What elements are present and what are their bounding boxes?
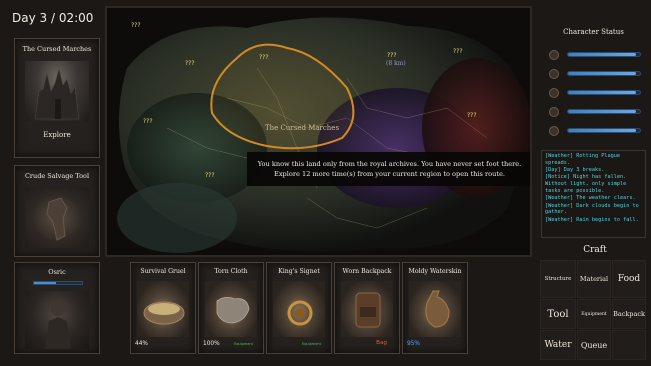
log-entry: [Day] Day 3 breaks.	[545, 167, 605, 174]
inventory-item[interactable]: Moldy Waterskin 95%	[402, 262, 468, 354]
thirst-bar	[567, 90, 641, 95]
log-entry: [Weather] Dark clouds begin to gather.	[545, 202, 639, 216]
sanity-icon	[549, 126, 559, 136]
cursed-marches-image	[25, 61, 89, 121]
location-card-title: The Cursed Marches	[22, 45, 92, 53]
health-bar	[567, 52, 641, 57]
item-name: Moldy Waterskin	[408, 268, 462, 275]
stat-row-thirst	[549, 88, 641, 98]
map-tooltip: You know this land only from the royal a…	[247, 152, 530, 186]
current-region-label[interactable]: The Cursed Marches	[265, 124, 339, 132]
sanity-bar	[567, 128, 641, 133]
stomach-icon	[549, 69, 559, 79]
craft-tab-water[interactable]: Water	[540, 330, 576, 360]
craft-title: Craft	[583, 245, 607, 255]
character-status-title: Character Status	[563, 28, 624, 36]
waterskin-icon	[409, 281, 461, 337]
craft-tab-food[interactable]: Food	[612, 260, 646, 298]
stat-row-health	[549, 50, 641, 60]
item-name: King's Signet	[278, 268, 320, 275]
signet-ring-icon	[273, 281, 325, 337]
tool-card[interactable]: Crude Salvage Tool	[14, 165, 100, 257]
tooltip-line-2: Explore 12 more time(s) from your curren…	[274, 170, 505, 178]
item-name: Torn Cloth	[214, 268, 248, 275]
known-region-label[interactable]: (8 km)	[386, 60, 406, 67]
craft-tab-queue[interactable]: Queue	[577, 330, 611, 360]
unexplored-region-marker[interactable]: ???	[387, 52, 397, 59]
log-entry: [Notice] Night has fallen. Without light…	[545, 174, 627, 194]
item-durability: 95%	[407, 341, 420, 347]
craft-tab-structure[interactable]: Structure	[540, 260, 576, 298]
event-log[interactable]: [Weather] Rotting Plague spreads. [Day] …	[541, 150, 646, 238]
item-tag: Equipment	[302, 342, 321, 346]
gruel-bowl-icon	[137, 281, 189, 337]
backpack-icon	[341, 281, 393, 337]
item-name: Survival Gruel	[140, 268, 186, 275]
tooltip-line-1: You know this land only from the royal a…	[257, 160, 522, 168]
unexplored-region-marker[interactable]: ???	[185, 60, 195, 67]
craft-tab-backpack[interactable]: Backpack	[612, 299, 646, 329]
torn-cloth-icon	[205, 281, 257, 337]
day-time-display: Day 3 / 02:00	[12, 11, 94, 25]
item-name: Worn Backpack	[342, 268, 392, 275]
inventory-item[interactable]: Survival Gruel 44%	[130, 262, 196, 354]
world-map[interactable]: ??? ??? ??? ??? ??? ??? ??? ??? (8 km) T…	[105, 6, 532, 257]
character-status-panel: Character Status	[541, 22, 646, 142]
water-drop-icon	[549, 88, 559, 98]
unexplored-region-marker[interactable]: ???	[453, 48, 463, 55]
explore-button[interactable]: Explore	[15, 131, 99, 139]
craft-tab-material[interactable]: Material	[577, 260, 611, 298]
item-tag: Bag	[376, 340, 387, 346]
item-durability: 100%	[203, 341, 220, 347]
stat-row-hunger	[549, 69, 641, 79]
fatigue-icon	[549, 107, 559, 117]
unexplored-region-marker[interactable]: ???	[467, 112, 477, 119]
unexplored-region-marker[interactable]: ???	[143, 118, 153, 125]
stat-row-fatigue	[549, 107, 641, 117]
unexplored-region-marker[interactable]: ???	[259, 54, 269, 61]
inventory-item[interactable]: Worn Backpack Bag	[334, 262, 400, 354]
craft-tab-tool[interactable]: Tool	[540, 299, 576, 329]
hunger-bar	[567, 71, 641, 76]
character-health-bar	[33, 281, 83, 285]
heart-icon	[549, 50, 559, 60]
tool-card-title: Crude Salvage Tool	[24, 172, 90, 180]
log-entry: [Weather] Rain begins to fall.	[545, 216, 639, 223]
item-tag: Equipment	[234, 342, 253, 346]
unexplored-region-marker[interactable]: ???	[131, 22, 141, 29]
craft-tab-equipment[interactable]: Equipment	[577, 299, 611, 329]
inventory-item[interactable]: King's Signet Equipment	[266, 262, 332, 354]
inventory-item[interactable]: Torn Cloth 100% Equipment	[198, 262, 264, 354]
character-name: Osric	[48, 268, 66, 276]
log-entry: [Weather] The weather clears.	[545, 195, 636, 202]
stat-row-sanity	[549, 126, 641, 136]
character-portrait	[25, 291, 89, 349]
craft-tab-empty	[612, 330, 646, 360]
location-card[interactable]: The Cursed Marches Explore	[14, 38, 100, 158]
fatigue-bar	[567, 109, 641, 114]
unexplored-region-marker[interactable]: ???	[205, 172, 215, 179]
character-card[interactable]: Osric	[14, 262, 100, 354]
item-durability: 44%	[135, 341, 148, 347]
log-entry: [Weather] Rotting Plague spreads.	[545, 153, 620, 166]
salvage-tool-image	[25, 188, 89, 248]
